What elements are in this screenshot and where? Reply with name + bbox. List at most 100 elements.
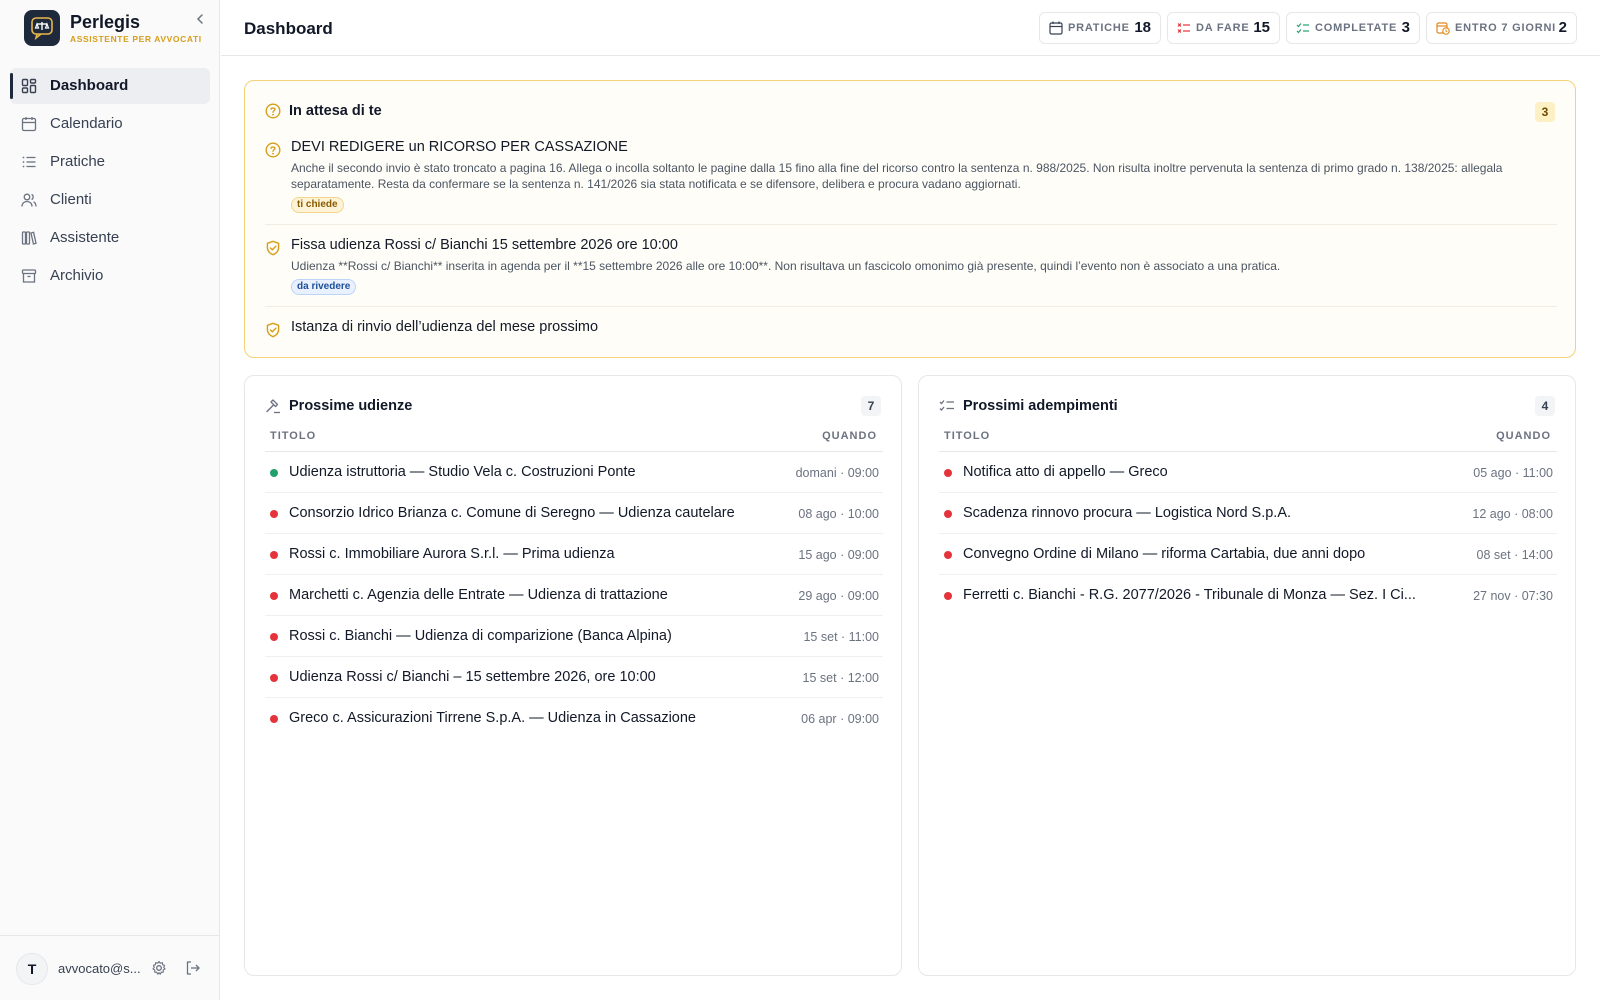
sidebar-item-clienti[interactable]: Clienti bbox=[10, 182, 210, 218]
hearings-list: Udienza istruttoria — Studio Vela c. Cos… bbox=[265, 452, 883, 739]
waiting-item-title: Fissa udienza Rossi c/ Bianchi 15 settem… bbox=[291, 237, 678, 253]
table-row[interactable]: Rossi c. Immobiliare Aurora S.r.l. — Pri… bbox=[265, 534, 883, 575]
brand[interactable]: Perlegis ASSISTENTE PER AVVOCATI bbox=[24, 10, 204, 48]
status-dot bbox=[270, 551, 278, 559]
row-when: domani · 09:00 bbox=[795, 466, 879, 480]
sidebar-nav: Dashboard Calendario Pratiche Clienti As… bbox=[10, 68, 210, 296]
hearings-card: Prossime udienze 7 TITOLO QUANDO Udienza… bbox=[244, 375, 902, 976]
waiting-item[interactable]: DEVI REDIGERE un RICORSO PER CASSAZIONE … bbox=[265, 139, 1557, 225]
row-title: Notifica atto di appello — Greco bbox=[963, 464, 1168, 480]
row-title: Ferretti c. Bianchi - R.G. 2077/2026 - T… bbox=[963, 587, 1416, 603]
sidebar-item-label: Calendario bbox=[50, 115, 123, 132]
user-footer: T avvocato@s... bbox=[0, 935, 220, 1000]
library-icon bbox=[21, 231, 37, 245]
hearings-count-badge: 7 bbox=[861, 396, 881, 416]
avatar[interactable]: T bbox=[16, 953, 48, 985]
row-title: Udienza Rossi c/ Bianchi – 15 settembre … bbox=[289, 669, 656, 685]
deadlines-card: Prossimi adempimenti 4 TITOLO QUANDO Not… bbox=[918, 375, 1576, 976]
row-when: 08 ago · 10:00 bbox=[798, 507, 879, 521]
row-when: 08 set · 14:00 bbox=[1476, 548, 1553, 562]
col-header-quando[interactable]: QUANDO bbox=[822, 430, 877, 442]
col-header-titolo[interactable]: TITOLO bbox=[944, 430, 990, 442]
status-dot bbox=[944, 510, 952, 518]
waiting-card: In attesa di te 3 DEVI REDIGERE un RICOR… bbox=[244, 80, 1576, 358]
row-when: 06 apr · 09:00 bbox=[801, 712, 879, 726]
tag-da-rivedere: da rivedere bbox=[291, 279, 357, 295]
table-row[interactable]: Greco c. Assicurazioni Tirrene S.p.A. — … bbox=[265, 698, 883, 739]
waiting-item[interactable]: Istanza di rinvio dell’udienza del mese … bbox=[265, 319, 1557, 343]
deadlines-title: Prossimi adempimenti bbox=[963, 398, 1118, 414]
sidebar-item-label: Clienti bbox=[50, 191, 92, 208]
table-row[interactable]: Ferretti c. Bianchi - R.G. 2077/2026 - T… bbox=[939, 575, 1557, 616]
question-circle-icon bbox=[265, 142, 281, 158]
stat-label: PRATICHE bbox=[1068, 22, 1130, 34]
waiting-item-title: DEVI REDIGERE un RICORSO PER CASSAZIONE bbox=[291, 139, 628, 155]
col-header-titolo[interactable]: TITOLO bbox=[270, 430, 316, 442]
stat-completate[interactable]: COMPLETATE 3 bbox=[1286, 12, 1420, 44]
status-dot bbox=[270, 715, 278, 723]
list-icon bbox=[22, 156, 36, 168]
tag-ti-chiede: ti chiede bbox=[291, 197, 344, 213]
table-row[interactable]: Udienza Rossi c/ Bianchi – 15 settembre … bbox=[265, 657, 883, 698]
row-title: Greco c. Assicurazioni Tirrene S.p.A. — … bbox=[289, 710, 696, 726]
stat-value: 18 bbox=[1134, 19, 1151, 36]
logo-icon bbox=[24, 10, 60, 46]
waiting-item-title: Istanza di rinvio dell’udienza del mese … bbox=[291, 319, 599, 335]
stat-entro-7-giorni[interactable]: ENTRO 7 GIORNI 2 bbox=[1426, 12, 1577, 44]
calendar-icon bbox=[21, 117, 37, 132]
stat-pratiche[interactable]: PRATICHE 18 bbox=[1039, 12, 1161, 44]
shield-check-icon bbox=[266, 240, 280, 256]
sidebar: Perlegis ASSISTENTE PER AVVOCATI Dashboa… bbox=[0, 0, 220, 1000]
waiting-count-badge: 3 bbox=[1535, 102, 1555, 122]
stat-value: 15 bbox=[1253, 19, 1270, 36]
row-title: Convegno Ordine di Milano — riforma Cart… bbox=[963, 546, 1366, 562]
table-row[interactable]: Marchetti c. Agenzia delle Entrate — Udi… bbox=[265, 575, 883, 616]
hearings-title: Prossime udienze bbox=[289, 398, 413, 414]
table-row[interactable]: Rossi c. Bianchi — Udienza di comparizio… bbox=[265, 616, 883, 657]
todo-list-icon bbox=[1177, 23, 1190, 33]
row-when: 15 ago · 09:00 bbox=[798, 548, 879, 562]
row-title: Rossi c. Immobiliare Aurora S.r.l. — Pri… bbox=[289, 546, 615, 562]
sidebar-item-label: Assistente bbox=[50, 229, 120, 246]
page-title: Dashboard bbox=[244, 19, 333, 38]
stat-da-fare[interactable]: DA FARE 15 bbox=[1167, 12, 1280, 44]
stat-value: 3 bbox=[1401, 19, 1410, 36]
col-header-quando[interactable]: QUANDO bbox=[1496, 430, 1551, 442]
checklist-icon bbox=[939, 400, 954, 411]
sidebar-item-dashboard[interactable]: Dashboard bbox=[10, 68, 210, 104]
user-email: avvocato@s... bbox=[58, 961, 141, 976]
table-row[interactable]: Scadenza rinnovo procura — Logistica Nor… bbox=[939, 493, 1557, 534]
waiting-item-description: Udienza **Rossi c/ Bianchi** inserita in… bbox=[291, 259, 1281, 273]
app-subtitle: ASSISTENTE PER AVVOCATI bbox=[70, 34, 202, 44]
logout-icon[interactable] bbox=[185, 960, 201, 976]
stat-label: COMPLETATE bbox=[1315, 22, 1398, 34]
sidebar-item-pratiche[interactable]: Pratiche bbox=[10, 144, 210, 180]
top-header: Dashboard PRATICHE 18 DA FARE 15 COMPLET… bbox=[221, 0, 1600, 56]
status-dot bbox=[944, 551, 952, 559]
deadlines-count-badge: 4 bbox=[1535, 396, 1555, 416]
sidebar-item-archivio[interactable]: Archivio bbox=[10, 258, 210, 294]
gear-icon[interactable] bbox=[151, 960, 167, 976]
checklist-icon bbox=[1296, 23, 1309, 34]
sidebar-item-assistente[interactable]: Assistente bbox=[10, 220, 210, 256]
stat-label: DA FARE bbox=[1196, 22, 1250, 34]
status-dot bbox=[944, 592, 952, 600]
table-row[interactable]: Notifica atto di appello — Greco 05 ago ·… bbox=[939, 452, 1557, 493]
status-dot bbox=[270, 592, 278, 600]
row-title: Marchetti c. Agenzia delle Entrate — Udi… bbox=[289, 587, 668, 603]
question-circle-icon bbox=[265, 103, 281, 119]
users-icon bbox=[21, 193, 37, 207]
gavel-icon bbox=[266, 399, 280, 414]
collapse-sidebar-icon[interactable] bbox=[193, 12, 207, 26]
table-row[interactable]: Convegno Ordine di Milano — riforma Cart… bbox=[939, 534, 1557, 575]
row-when: 15 set · 12:00 bbox=[802, 671, 879, 685]
sidebar-item-calendario[interactable]: Calendario bbox=[10, 106, 210, 142]
status-dot bbox=[270, 633, 278, 641]
table-row[interactable]: Udienza istruttoria — Studio Vela c. Cos… bbox=[265, 452, 883, 493]
sidebar-item-label: Pratiche bbox=[50, 153, 106, 170]
deadlines-list: Notifica atto di appello — Greco 05 ago ·… bbox=[939, 452, 1557, 616]
status-dot bbox=[270, 674, 278, 682]
table-row[interactable]: Consorzio Idrico Brianza c. Comune di Se… bbox=[265, 493, 883, 534]
archive-icon bbox=[21, 269, 37, 283]
waiting-item[interactable]: Fissa udienza Rossi c/ Bianchi 15 settem… bbox=[265, 237, 1557, 307]
